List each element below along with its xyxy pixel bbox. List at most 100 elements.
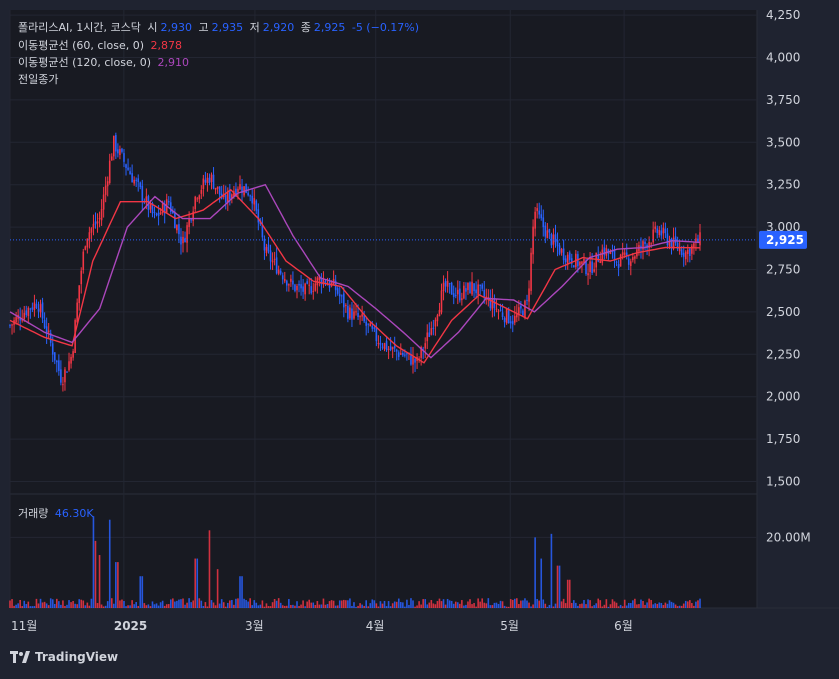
y-tick-label: 3,750 <box>766 93 800 107</box>
volume-bar <box>121 599 123 608</box>
volume-bar <box>371 599 374 608</box>
volume-bar <box>224 606 227 608</box>
volume-bar <box>45 603 48 608</box>
candle-body <box>43 319 46 328</box>
volume-bar <box>699 598 701 608</box>
volume-bar <box>218 603 221 608</box>
candle-body <box>621 252 624 256</box>
candle-body <box>174 213 176 229</box>
y-tick-label: 1,500 <box>766 475 800 489</box>
volume-bar <box>383 600 386 608</box>
candle-body <box>251 195 254 204</box>
volume-bar <box>58 601 60 608</box>
candle-body <box>353 311 355 319</box>
volume-bar <box>465 604 467 608</box>
volume-bar <box>621 606 624 608</box>
candle-body <box>658 229 661 235</box>
candle-body <box>654 226 657 229</box>
volume-bar <box>292 604 294 608</box>
volume-bar <box>78 599 81 608</box>
candle-body <box>369 323 372 327</box>
candle-body <box>556 239 559 247</box>
volume-bar <box>298 605 300 608</box>
volume-bar <box>188 598 190 608</box>
volume-bar <box>568 579 571 608</box>
volume-bar <box>269 606 272 608</box>
volume-bar <box>253 600 256 608</box>
volume-bar <box>261 600 264 608</box>
volume-bar <box>552 606 555 608</box>
volume-bar <box>534 537 536 608</box>
candle-body <box>286 280 288 286</box>
candle-body <box>385 340 388 351</box>
candle-body <box>196 198 199 200</box>
candle-body <box>389 346 392 350</box>
brand-name: TradingView <box>35 650 119 664</box>
volume-bar <box>524 598 526 608</box>
candle-body <box>86 238 89 248</box>
candle-body <box>357 312 359 318</box>
candle-body <box>78 285 81 304</box>
candle-body <box>106 181 109 187</box>
volume-bar <box>660 602 663 608</box>
volume-bar <box>200 600 203 608</box>
volume-bar <box>320 604 323 608</box>
volume-bar <box>367 606 370 608</box>
last-price-label: 2,925 <box>766 233 804 247</box>
volume-bar <box>459 603 461 608</box>
volume-bar <box>347 600 349 608</box>
candle-body <box>507 310 510 324</box>
volume-bar <box>473 602 475 608</box>
candle-body <box>652 229 654 243</box>
volume-bar <box>308 599 311 608</box>
volume-bar <box>131 600 133 608</box>
candle-body <box>432 327 435 329</box>
y-tick-label: 2,250 <box>766 347 800 361</box>
volume-bar <box>318 604 321 608</box>
candle-body <box>475 289 477 294</box>
volume-bar <box>548 604 551 608</box>
candle-body <box>656 228 659 234</box>
candle-body <box>265 247 268 254</box>
candle-body <box>452 293 455 298</box>
candle-body <box>560 249 563 253</box>
candle-body <box>568 252 571 261</box>
volume-bar <box>617 606 620 608</box>
legend-prev-close-row: 전일종가 <box>18 71 61 87</box>
volume-bar <box>182 598 184 608</box>
volume-bar <box>33 606 36 608</box>
close-value: 2,925 <box>313 21 346 34</box>
volume-bar <box>426 604 429 608</box>
volume-bar <box>39 598 42 608</box>
volume-bar <box>98 555 101 608</box>
volume-bar <box>487 598 490 608</box>
candle-body <box>194 196 197 210</box>
volume-bar <box>613 601 616 608</box>
volume-bar <box>108 519 111 608</box>
volume-bar <box>483 602 486 608</box>
volume-bar <box>642 600 644 608</box>
volume-bar <box>448 600 451 608</box>
volume-bar <box>495 602 498 608</box>
volume-bar <box>259 604 262 608</box>
volume-bar <box>247 601 249 608</box>
tradingview-brand[interactable]: TradingView <box>10 650 118 664</box>
candle-body <box>80 270 83 285</box>
volume-bar <box>9 600 11 608</box>
x-tick-label: 11월 <box>11 619 37 633</box>
volume-bar <box>314 604 317 608</box>
volume-bar <box>68 600 70 608</box>
candle-body <box>84 246 87 250</box>
volume-bar <box>485 603 488 608</box>
volume-bar <box>619 604 622 608</box>
candle-body <box>310 286 313 294</box>
volume-bar <box>343 599 345 608</box>
candle-body <box>35 303 38 309</box>
volume-bar <box>416 605 418 608</box>
volume-bar <box>180 599 182 608</box>
candle-body <box>564 258 567 263</box>
volume-bar <box>579 604 581 608</box>
candle-body <box>629 261 632 266</box>
candle-body <box>699 232 701 246</box>
candle-body <box>94 221 97 225</box>
